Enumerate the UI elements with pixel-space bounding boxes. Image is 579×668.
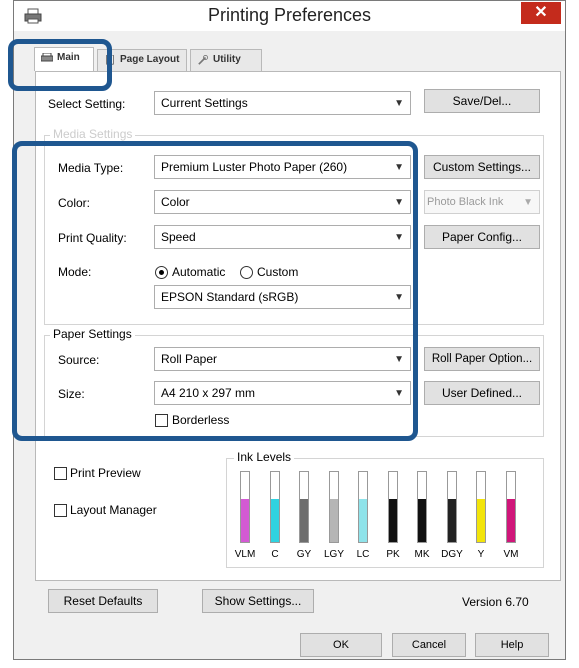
- layout-manager-checkbox[interactable]: [54, 504, 67, 517]
- ink-fill-vlm: [241, 499, 249, 542]
- select-setting-value: Current Settings: [161, 96, 248, 110]
- ink-label-vm: VM: [503, 549, 519, 560]
- ink-bar-mk: [417, 471, 427, 543]
- ink-fill-mk: [418, 499, 426, 542]
- media-settings-title: Media Settings: [50, 127, 136, 141]
- ink-label-lgy: LGY: [323, 549, 344, 560]
- select-setting-label: Select Setting:: [48, 97, 126, 111]
- ink-fill-lgy: [330, 499, 338, 542]
- paper-config-button[interactable]: Paper Config...: [424, 225, 540, 249]
- ink-label-c: C: [271, 549, 279, 560]
- window-title: Printing Preferences: [207, 5, 372, 25]
- ink-bar-vlm: [240, 471, 250, 543]
- ink-fill-lc: [359, 499, 367, 542]
- help-button[interactable]: Help: [475, 633, 549, 657]
- ink-bar-dgy: [447, 471, 457, 543]
- tab-page-layout-label: Page Layout: [120, 54, 180, 65]
- tab-highlight-box: [8, 39, 112, 91]
- close-button[interactable]: ✕: [521, 2, 561, 24]
- settings-highlight-box: [12, 141, 418, 441]
- ink-bar-y: [476, 471, 486, 543]
- tab-utility-label: Utility: [213, 54, 241, 65]
- layout-manager-label: Layout Manager: [70, 503, 157, 517]
- ink-fill-gy: [300, 499, 308, 542]
- black-ink-combo[interactable]: Photo Black Ink ▼: [424, 190, 540, 214]
- chevron-down-icon: ▼: [394, 98, 404, 109]
- ink-label-y: Y: [477, 549, 485, 560]
- ink-label-mk: MK: [414, 549, 430, 560]
- ink-fill-c: [271, 499, 279, 542]
- ink-label-dgy: DGY: [441, 549, 463, 560]
- wrench-icon: [198, 55, 208, 65]
- print-preview-checkbox[interactable]: [54, 467, 67, 480]
- black-ink-value: Photo Black Ink: [427, 196, 504, 208]
- ink-fill-y: [477, 499, 485, 542]
- cancel-button[interactable]: Cancel: [392, 633, 466, 657]
- ink-label-gy: GY: [296, 549, 312, 560]
- ok-button[interactable]: OK: [300, 633, 382, 657]
- user-defined-button[interactable]: User Defined...: [424, 381, 540, 405]
- title-bar: Printing Preferences ✕: [14, 1, 565, 31]
- ink-bar-lgy: [329, 471, 339, 543]
- printing-preferences-window: Printing Preferences ✕ Main Page Layout …: [8, 0, 566, 660]
- ink-bar-c: [270, 471, 280, 543]
- save-del-button[interactable]: Save/Del...: [424, 89, 540, 113]
- tab-utility[interactable]: Utility: [190, 49, 262, 71]
- reset-defaults-button[interactable]: Reset Defaults: [48, 589, 158, 613]
- custom-settings-button[interactable]: Custom Settings...: [424, 155, 540, 179]
- version-label: Version 6.70: [462, 595, 529, 609]
- ink-bar-vm: [506, 471, 516, 543]
- ink-fill-dgy: [448, 499, 456, 542]
- ink-bar-lc: [358, 471, 368, 543]
- select-setting-combo[interactable]: Current Settings ▼: [154, 91, 411, 115]
- ink-bar-gy: [299, 471, 309, 543]
- ink-label-pk: PK: [386, 549, 400, 560]
- ink-label-lc: LC: [356, 549, 370, 560]
- roll-paper-option-button[interactable]: Roll Paper Option...: [424, 347, 540, 371]
- show-settings-button[interactable]: Show Settings...: [202, 589, 314, 613]
- ink-fill-pk: [389, 499, 397, 542]
- ink-fill-vm: [507, 499, 515, 542]
- ink-bar-pk: [388, 471, 398, 543]
- ink-levels-title: Ink Levels: [234, 450, 295, 464]
- chevron-down-icon: ▼: [523, 197, 533, 208]
- ink-label-vlm: VLM: [234, 549, 256, 560]
- print-preview-label: Print Preview: [70, 466, 141, 480]
